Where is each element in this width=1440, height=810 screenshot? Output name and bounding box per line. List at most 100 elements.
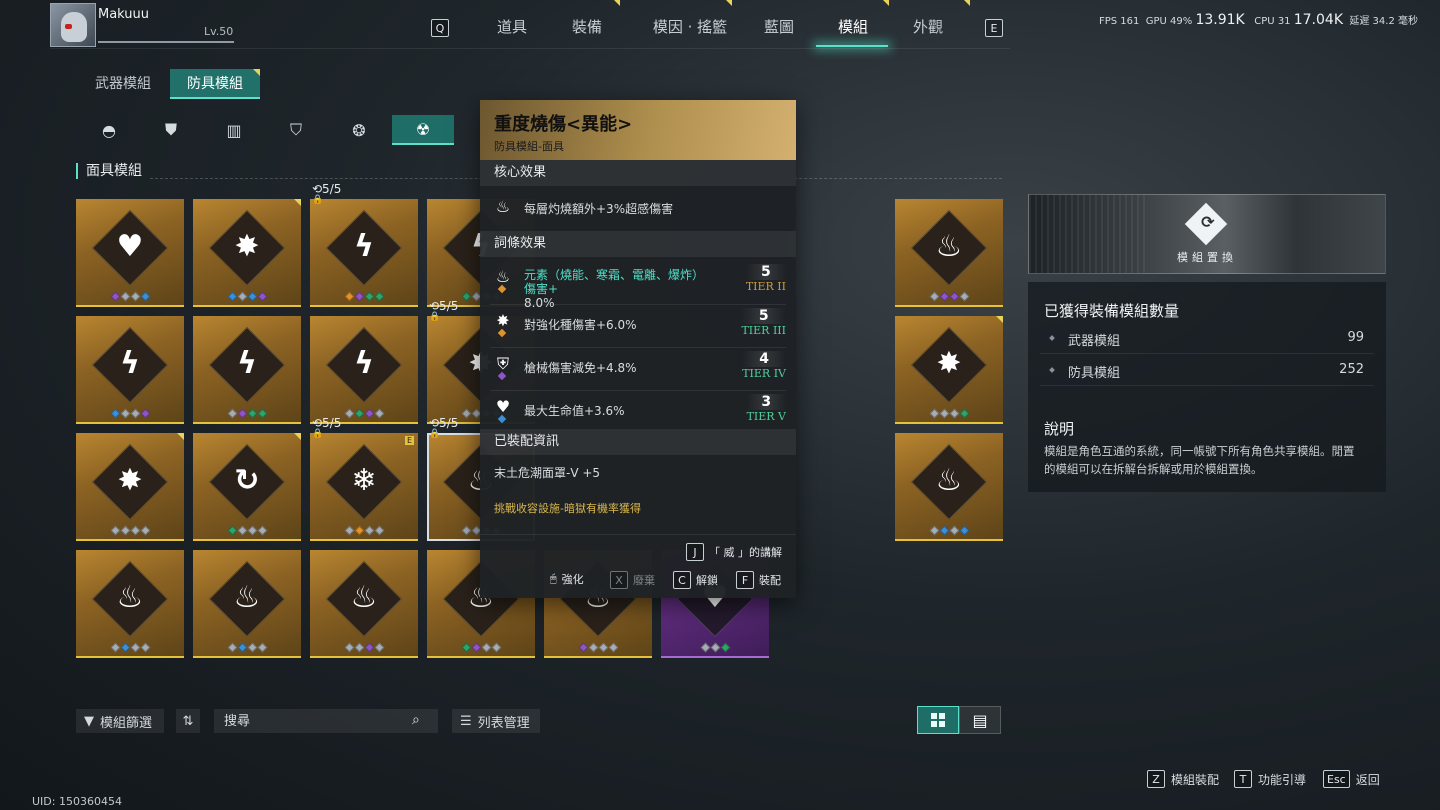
rarity-dot [364,642,374,653]
rarity-dot [929,291,939,302]
owned-row-value: 99 [1347,330,1364,345]
lecture-label: 「 威 」的講解 [709,546,782,559]
rarity-dot [257,525,267,536]
module-card[interactable]: ✸ [76,433,184,541]
rarity-dot [247,525,257,536]
module-card[interactable]: ↻ [193,433,301,541]
module-effect-icon: ♨ [935,463,963,498]
rarity-dot [110,525,120,536]
rarity-dot [140,291,150,302]
affix-rarity-dots [310,291,418,302]
nav-tab-modules[interactable]: 模組 [824,16,882,37]
rarity-dot [227,291,237,302]
tooltip-title: 重度燒傷<異能> [494,114,633,135]
module-card[interactable]: ❄ E [310,433,418,541]
rarity-dot [939,291,949,302]
affix-rarity-dots [895,408,1003,419]
rarity-dot [959,525,969,536]
module-effect-icon: ❄ [351,463,377,498]
module-swap-banner[interactable]: ⟳ 模組置換 [1028,194,1386,274]
subtab-armor-modules[interactable]: 防具模組 [170,69,260,99]
nav-tab-appearance[interactable]: 外觀 [900,16,956,37]
nav-next-key[interactable]: E [985,19,1003,37]
rarity-dot [929,408,939,419]
affix-rarity-dots [895,525,1003,536]
affix-rarity-dots [76,408,184,419]
rarity-dot [588,642,598,653]
hint-module-equip[interactable]: Z 模組裝配 [1147,770,1219,788]
list-view-button[interactable]: ▤ [959,706,1001,734]
nav-prev-key[interactable]: Q [431,19,449,37]
list-management-label: 列表管理 [477,715,530,731]
module-card[interactable]: ϟ [310,199,418,307]
rarity-dot [491,642,501,653]
sort-button[interactable]: ⇅ [176,709,200,733]
hint-label: 模組裝配 [1171,772,1220,787]
new-marker [996,316,1003,323]
module-card[interactable]: ✸ [193,199,301,307]
core-effect-text: 每層灼燒額外+3%超感傷害 [524,202,674,216]
subtab-weapon-modules[interactable]: 武器模組 [80,69,166,99]
element-damage-icon: ♨ [492,266,514,294]
rarity-dot [130,408,140,419]
helmet-slot-icon[interactable]: ☢ [392,115,454,145]
module-card[interactable]: ♥ [76,199,184,307]
module-card[interactable]: ♨ [76,550,184,658]
module-card[interactable]: ♨ [193,550,301,658]
module-swap-label: 模組置換 [1177,251,1237,264]
rarity-dot [257,408,267,419]
affix-rarity-dots [193,291,301,302]
list-management-button[interactable]: ☰ 列表管理 [452,709,540,733]
accessory-slot-icon[interactable]: ❂ [328,115,390,145]
shield-icon: ⛨ [492,353,514,381]
equip-button[interactable]: F 裝配 [736,571,781,589]
rarity-dot [247,291,257,302]
nav-tab-meme-cradle[interactable]: 模因 · 搖籃 [640,16,740,37]
equip-key: F [736,571,754,589]
tooltip-subtitle: 防具模組-面具 [494,140,564,153]
mask-slot-icon[interactable]: ◓ [78,115,140,145]
rarity-dot [461,408,471,419]
module-card[interactable]: ♨ [895,199,1003,307]
owned-row-weapon: 武器模組 99 [1040,324,1374,354]
nav-tab-equipment[interactable]: 裝備 [559,16,615,37]
level-progress-bar [98,41,234,43]
module-effect-icon: ♨ [935,229,963,264]
affix-rarity-dots [193,408,301,419]
affix-row: ⛨ 槍械傷害減免+4.8% 4 TIER IV [480,349,796,389]
enhance-button[interactable]: 🖱 強化 [550,571,584,587]
module-card[interactable]: ϟ [310,316,418,424]
player-avatar[interactable] [50,3,96,47]
unlock-button[interactable]: C 解鎖 [673,571,718,589]
rarity-dot [110,291,120,302]
module-card[interactable]: ♨ [310,550,418,658]
drop-source: 挑戰收容設施-暗獄有機率獲得 [494,502,641,515]
equip-label: 裝配 [759,574,781,587]
gloves-slot-icon[interactable]: ▥ [203,115,265,145]
discard-button[interactable]: X 廢棄 [610,571,655,589]
nav-tab-blueprint[interactable]: 藍圖 [751,16,807,37]
tooltip-header: 重度燒傷<異能> 防具模組-面具 [480,100,796,160]
rarity-dot [237,291,247,302]
rarity-dot [227,408,237,419]
module-card[interactable]: ♨ [895,433,1003,541]
rarity-dot [227,525,237,536]
boots-slot-icon[interactable]: ⛉ [265,115,327,145]
lecture-button[interactable]: J 「 威 」的講解 [686,543,782,561]
module-card[interactable]: ϟ [76,316,184,424]
lecture-key: J [686,543,704,561]
hint-guide[interactable]: T 功能引導 [1234,770,1306,788]
search-input[interactable] [214,709,438,733]
nav-tab-items[interactable]: 道具 [484,16,540,37]
armor-slot-icon[interactable]: ⛊ [140,115,202,145]
hint-back[interactable]: Esc 返回 [1323,770,1380,788]
grid-view-button[interactable] [917,706,959,734]
affix-rarity-dots [193,525,301,536]
rarity-dot [374,642,384,653]
affix-effect-header: 詞條效果 [480,231,796,257]
search-icon[interactable]: ⌕ [412,712,420,728]
filter-button[interactable]: ▼ 模組篩選 [76,709,164,733]
rarity-dot [344,525,354,536]
module-card[interactable]: ϟ [193,316,301,424]
module-card[interactable]: ✸ [895,316,1003,424]
